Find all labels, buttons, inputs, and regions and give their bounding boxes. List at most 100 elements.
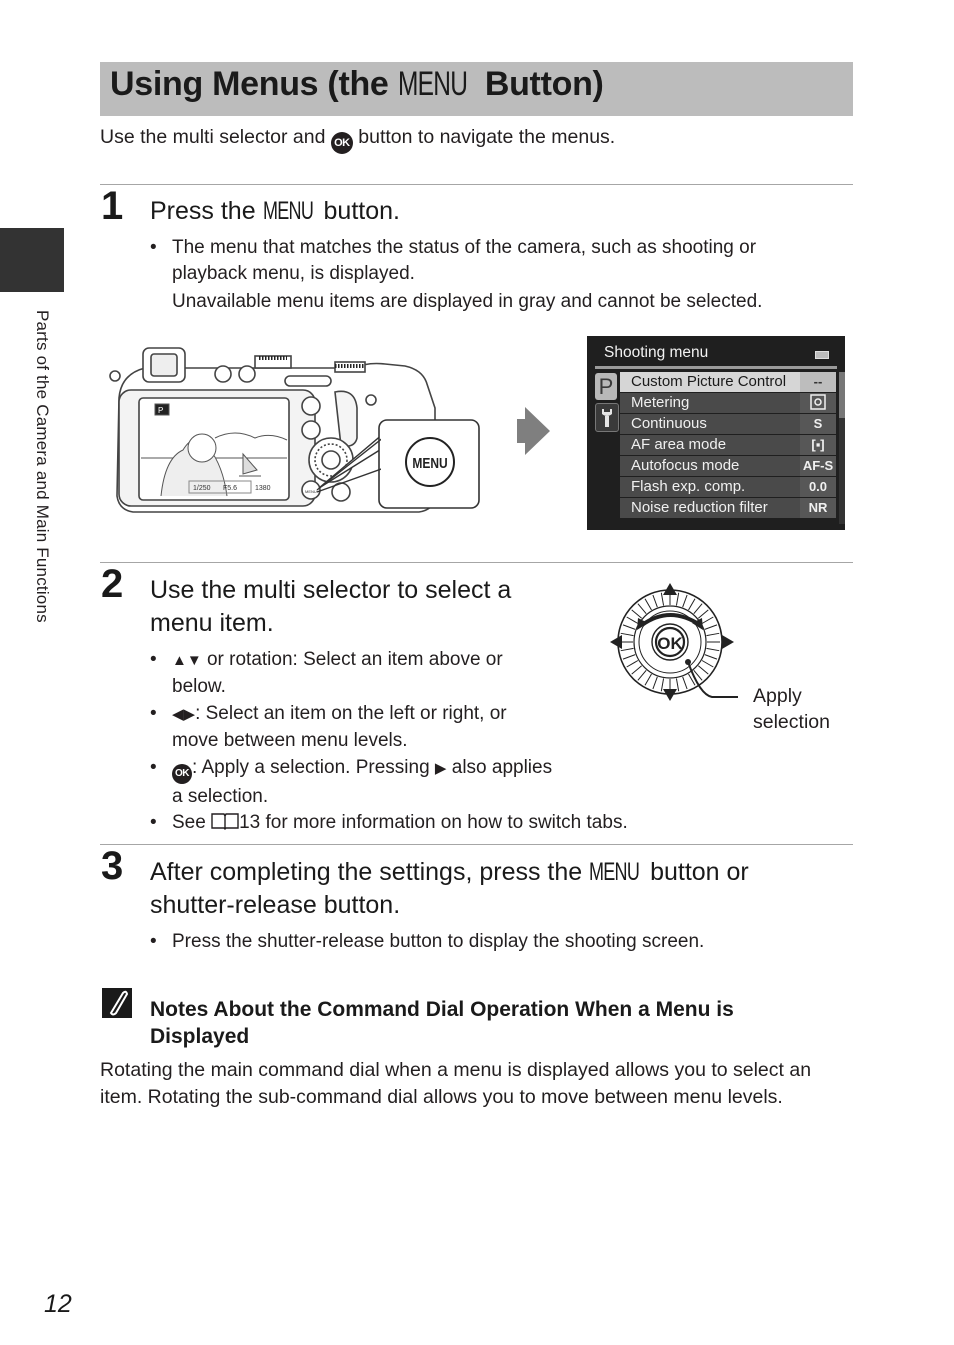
- divider: [100, 844, 853, 845]
- left-right-arrow-icon: ◀▶: [172, 706, 196, 723]
- metering-matrix-icon: [800, 393, 836, 413]
- menu-item-row[interactable]: Autofocus mode AF-S: [620, 456, 836, 477]
- bullet-line: move between menu levels.: [172, 730, 408, 751]
- intro-text-a: Use the multi selector and: [100, 126, 331, 148]
- menu-item-row[interactable]: AF area mode [▪]: [620, 435, 836, 456]
- note-body-line: Rotating the main command dial when a me…: [100, 1059, 812, 1081]
- menu-item-label: Autofocus mode: [631, 457, 740, 474]
- lcd-mode-label: P: [158, 406, 163, 415]
- step-heading: After completing the settings, press the…: [150, 856, 749, 922]
- bullet-item: • See 13 for more information on how to …: [150, 810, 628, 836]
- pencil-icon: [109, 990, 129, 1016]
- note-heading-line: Displayed: [150, 1025, 250, 1048]
- shooting-menu-screen: Shooting menu P Custom Picture Control --…: [587, 336, 845, 530]
- step-heading-line: menu item.: [150, 609, 274, 637]
- apply-selection-callout: Apply selection: [753, 683, 830, 735]
- bullet-line: playback menu, is displayed.: [172, 263, 415, 284]
- right-arrow-icon: ▶: [434, 760, 447, 777]
- menu-item-value: --: [800, 372, 836, 392]
- step-heading: Use the multi selector to select a menu …: [150, 574, 511, 640]
- wrench-icon: [602, 409, 612, 427]
- step-number: 2: [101, 562, 124, 606]
- ok-button-icon: OK: [330, 132, 353, 154]
- step-heading-text-a: After completing the settings, press the: [150, 858, 590, 886]
- bullet-text: : Apply a selection. Pressing: [192, 757, 435, 778]
- menu-title-divider: [595, 366, 837, 369]
- menu-button-glyph: MENU: [589, 858, 640, 886]
- menu-item-value: 0.0: [800, 477, 836, 497]
- bullet-item: • ◀▶: Select an item on the left or righ…: [150, 701, 507, 754]
- menu-item-value: [▪]: [800, 435, 836, 455]
- step-heading-line: Use the multi selector to select a: [150, 576, 512, 604]
- menu-item-value: AF-S: [800, 456, 836, 476]
- left-arrow-icon: [610, 635, 622, 649]
- cross-reference-link[interactable]: 13 for more information on how to switch…: [239, 812, 628, 833]
- bullet-dot: •: [150, 812, 157, 833]
- title-text-b: Button): [475, 65, 604, 103]
- svg-text:MENU: MENU: [305, 489, 317, 494]
- menu-item-label: AF area mode: [631, 436, 727, 453]
- intro-text-b: button to navigate the menus.: [352, 126, 616, 148]
- menu-tab-setup[interactable]: [595, 403, 619, 432]
- bullet-dot: •: [150, 237, 157, 258]
- menu-callout-label: MENU: [412, 455, 447, 472]
- menu-item-row[interactable]: Flash exp. comp. 0.0: [620, 477, 836, 498]
- note-icon: [102, 988, 132, 1018]
- menu-item-label: Continuous: [631, 415, 707, 432]
- page-number: 12: [44, 1290, 72, 1318]
- ok-button-icon: OK: [172, 764, 192, 784]
- note-body: Rotating the main command dial when a me…: [100, 1057, 860, 1111]
- chapter-label-text: Parts of the Camera and Main Functions: [33, 310, 52, 623]
- bullet-item: • Press the shutter-release button to di…: [150, 929, 705, 955]
- menu-item-row[interactable]: Noise reduction filter NR: [620, 498, 836, 519]
- bullet-dot: •: [150, 649, 157, 670]
- bullet-dot: •: [150, 703, 157, 724]
- note-heading-line: Notes About the Command Dial Operation W…: [150, 998, 734, 1021]
- menu-scrollbar-thumb[interactable]: [839, 372, 845, 418]
- bullet-text: : Select an item on the left or right, o…: [195, 703, 507, 724]
- menu-tab-shooting[interactable]: P: [595, 373, 617, 400]
- bullet-text: Press the shutter-release button to disp…: [172, 931, 705, 952]
- menu-item-row[interactable]: Metering: [620, 393, 836, 414]
- bullet-item: • ▲▼ or rotation: Select an item above o…: [150, 647, 503, 700]
- intro-text: Use the multi selector and OK button to …: [100, 126, 615, 154]
- menu-item-label: Flash exp. comp.: [631, 478, 746, 495]
- step-number: 1: [101, 184, 124, 228]
- menu-item-label: Metering: [631, 394, 690, 411]
- menu-item-value: NR: [800, 498, 836, 518]
- menu-item-row[interactable]: Continuous S: [620, 414, 836, 435]
- divider: [100, 184, 853, 185]
- page-title: Using Menus (the MENU Button): [110, 65, 604, 104]
- multi-selector-diagram: OK: [610, 583, 738, 701]
- menu-screen-title: Shooting menu: [604, 344, 709, 361]
- menu-item-label: Noise reduction filter: [631, 499, 768, 516]
- lcd-aperture: F5.6: [223, 485, 237, 492]
- bullet-line: The menu that matches the status of the …: [172, 237, 757, 258]
- up-down-arrow-icon: ▲▼: [172, 652, 202, 669]
- lcd-shutter: 1/250: [193, 485, 211, 492]
- lcd-shots: 1380: [255, 485, 271, 492]
- book-icon: [211, 813, 239, 830]
- title-text-a: Using Menus (the: [110, 65, 398, 103]
- bullet-text: or rotation: Select an item above or: [201, 649, 503, 670]
- bullet-line: Unavailable menu items are displayed in …: [172, 291, 763, 312]
- chapter-side-label: Parts of the Camera and Main Functions: [33, 310, 54, 690]
- bullet-dot: •: [150, 931, 157, 952]
- menu-button-glyph: MENU: [397, 65, 468, 103]
- menu-item-label: Custom Picture Control: [631, 373, 787, 390]
- callout-line: Apply: [753, 685, 802, 707]
- camera-back-illustration: P 1/250 F5.6 1380 MENU MENU: [109, 347, 480, 513]
- bullet-item: • The menu that matches the status of th…: [150, 235, 852, 315]
- step-heading-line: shutter-release button.: [150, 891, 401, 919]
- up-arrow-icon: [663, 583, 677, 595]
- step-number: 3: [101, 844, 124, 888]
- bullet-item: • OK: Apply a selection. Pressing ▶ also…: [150, 755, 552, 810]
- dial-ok-label: OK: [657, 634, 683, 653]
- menu-item-row[interactable]: Custom Picture Control --: [620, 372, 836, 393]
- divider: [100, 562, 853, 563]
- bullet-line: a selection.: [172, 786, 269, 807]
- bullet-line: below.: [172, 676, 226, 697]
- battery-icon: [815, 351, 829, 359]
- note-heading: Notes About the Command Dial Operation W…: [150, 996, 850, 1050]
- callout-line: selection: [753, 711, 830, 733]
